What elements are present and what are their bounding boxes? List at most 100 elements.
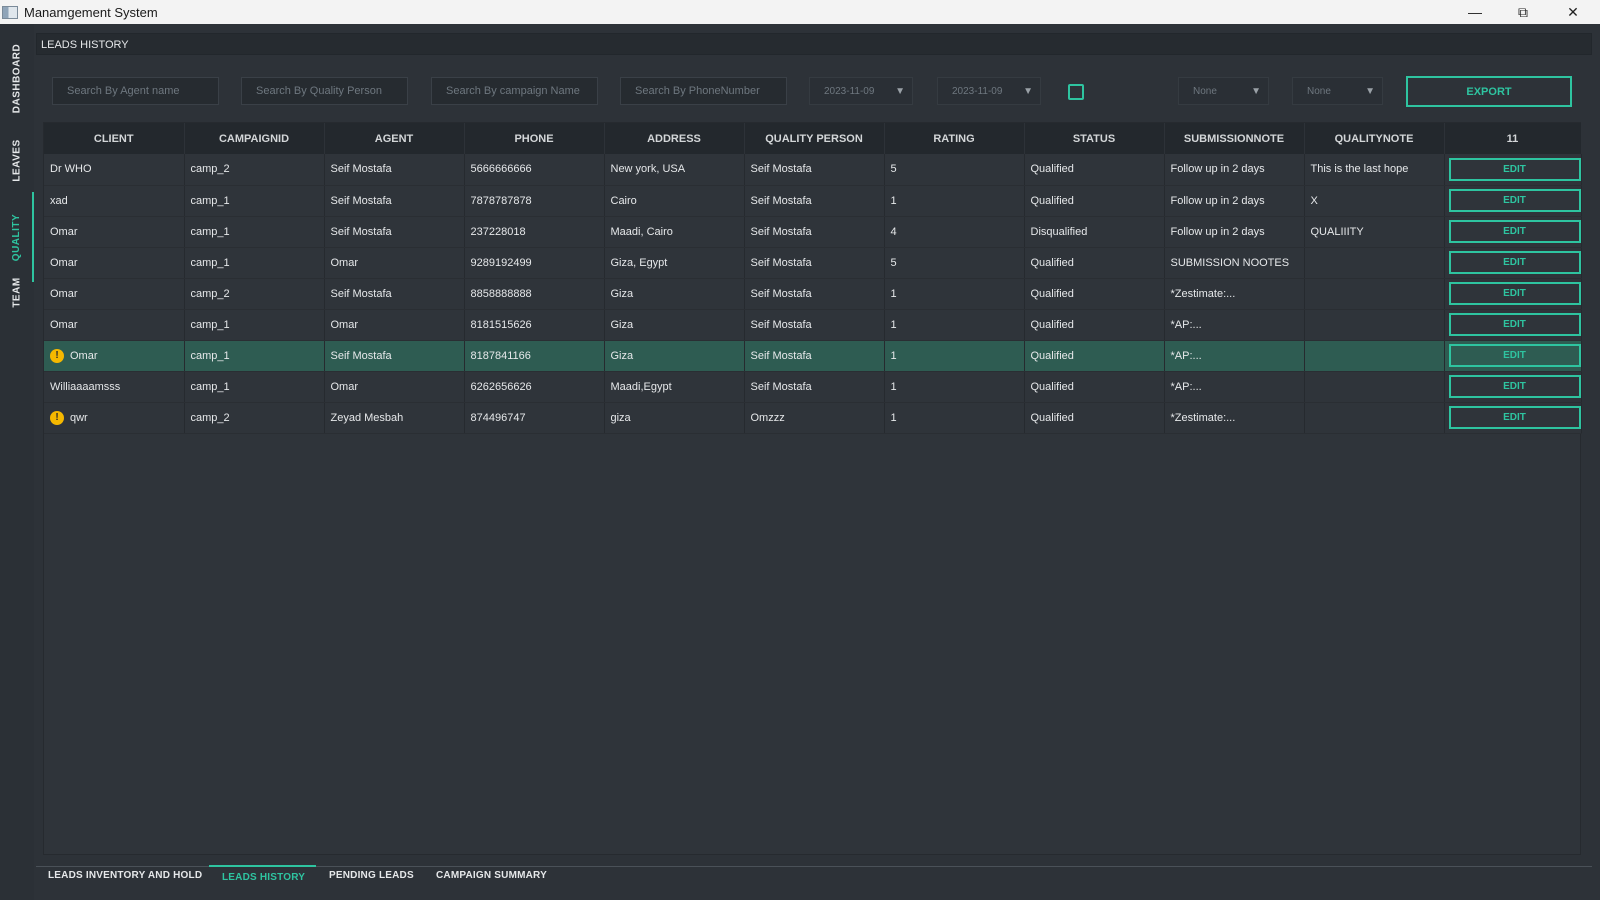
edit-button[interactable]: EDIT bbox=[1448, 157, 1580, 181]
client-cell: ! qwr bbox=[44, 402, 185, 434]
rating-text: 1 bbox=[890, 411, 897, 424]
quality-note-cell bbox=[1304, 371, 1445, 403]
quality-note-cell bbox=[1304, 247, 1445, 279]
table-row[interactable]: ! qwr camp_2 Zeyad Mesbah 874496747 giza Omzzz… bbox=[44, 402, 1582, 434]
campaign-cell: camp_2 bbox=[184, 154, 325, 186]
column-header-submissionnote[interactable]: SUBMISSIONNOTE bbox=[1164, 123, 1305, 154]
table-row[interactable]: xad camp_1 Seif Mostafa 7878787878 Cairo Seif… bbox=[44, 185, 1582, 217]
campaign-text: camp_1 bbox=[190, 225, 230, 238]
status-cell: Qualified bbox=[1024, 185, 1165, 217]
sidebar-item-dashboard[interactable]: DASHBOARD bbox=[0, 42, 34, 114]
title-bar: Manamgement System — ⧉ ✕ bbox=[0, 0, 1600, 24]
address-cell: Maadi,Egypt bbox=[604, 371, 745, 403]
submission-note-cell: *AP:... bbox=[1164, 340, 1305, 372]
edit-button[interactable]: EDIT bbox=[1448, 189, 1580, 212]
column-header-rating[interactable]: RATING bbox=[884, 123, 1025, 154]
client-cell: xad bbox=[44, 185, 185, 217]
quality-person-cell: Omzzz bbox=[744, 402, 885, 434]
address-text: Giza bbox=[610, 349, 634, 362]
submission-note-text: Follow up in 2 days bbox=[1170, 163, 1265, 176]
table-row[interactable]: Williaaaamsss camp_1 Omar 6262656626 Maadi,E… bbox=[44, 371, 1582, 403]
rating-text: 1 bbox=[890, 194, 897, 207]
submission-note-text: Follow up in 2 days bbox=[1170, 194, 1265, 207]
tab-leads-inventory-and-hold[interactable]: LEADS INVENTORY AND HOLD bbox=[48, 870, 202, 881]
table-row[interactable]: Dr WHO camp_2 Seif Mostafa 5666666666 New yo… bbox=[44, 154, 1582, 186]
column-header-count[interactable]: 11 bbox=[1444, 123, 1582, 154]
search-phone-input[interactable] bbox=[620, 77, 787, 105]
edit-button[interactable]: EDIT bbox=[1448, 406, 1580, 429]
edit-button[interactable]: EDIT bbox=[1448, 344, 1580, 367]
column-header-status[interactable]: STATUS bbox=[1024, 123, 1165, 154]
address-cell: Giza bbox=[604, 278, 745, 310]
edit-button[interactable]: EDIT bbox=[1448, 282, 1580, 305]
campaign-text: camp_1 bbox=[190, 318, 230, 331]
column-header-campaignid[interactable]: CAMPAIGNID bbox=[184, 123, 325, 154]
quality-person-cell: Seif Mostafa bbox=[744, 340, 885, 372]
tab-campaign-summary[interactable]: CAMPAIGN SUMMARY bbox=[436, 870, 547, 881]
phone-cell: 8858888888 bbox=[464, 278, 605, 310]
quality-note-cell bbox=[1304, 278, 1445, 310]
quality-person-cell: Seif Mostafa bbox=[744, 247, 885, 279]
search-campaign-input[interactable] bbox=[431, 77, 598, 105]
submission-note-cell: *Zestimate:... bbox=[1164, 278, 1305, 310]
quality-person-cell: Seif Mostafa bbox=[744, 278, 885, 310]
client-text: Dr WHO bbox=[50, 163, 92, 176]
table-row[interactable]: Omar camp_1 Omar 8181515626 Giza Seif Mostafa… bbox=[44, 309, 1582, 341]
quality-person-text: Omzzz bbox=[750, 411, 785, 424]
client-cell: Omar bbox=[44, 216, 185, 248]
restore-icon[interactable]: ⧉ bbox=[1500, 0, 1546, 24]
phone-text: 7878787878 bbox=[470, 194, 532, 207]
active-tab-indicator bbox=[209, 865, 316, 867]
quality-note-cell: QUALIIITY bbox=[1304, 216, 1445, 248]
tab-pending-leads[interactable]: PENDING LEADS bbox=[329, 870, 414, 881]
table-header-row: CLIENT CAMPAIGNID AGENT PHONE ADDRESS QU… bbox=[44, 123, 1582, 154]
column-header-address[interactable]: ADDRESS bbox=[604, 123, 745, 154]
date-from-picker[interactable]: 2023-11-09 ▼ bbox=[809, 77, 913, 105]
address-cell: giza bbox=[604, 402, 745, 434]
campaign-cell: camp_1 bbox=[184, 185, 325, 217]
table-row[interactable]: Omar camp_2 Seif Mostafa 8858888888 Giza Seif… bbox=[44, 278, 1582, 310]
status-text: Qualified bbox=[1030, 194, 1074, 207]
column-header-qualitynote[interactable]: QUALITYNOTE bbox=[1304, 123, 1445, 154]
minimize-icon[interactable]: — bbox=[1452, 0, 1498, 24]
search-agent-input[interactable] bbox=[52, 77, 219, 105]
date-to-picker[interactable]: 2023-11-09 ▼ bbox=[937, 77, 1041, 105]
submission-note-cell: *Zestimate:... bbox=[1164, 402, 1305, 434]
column-header-agent[interactable]: AGENT bbox=[324, 123, 465, 154]
agent-text: Omar bbox=[330, 256, 359, 269]
quality-person-text: Seif Mostafa bbox=[750, 349, 812, 362]
edit-button[interactable]: EDIT bbox=[1448, 313, 1580, 336]
table-row[interactable]: ! Omar camp_1 Seif Mostafa 8187841166 Giza Sei… bbox=[44, 340, 1582, 372]
submission-note-text: *AP:... bbox=[1170, 318, 1202, 331]
status-cell: Qualified bbox=[1024, 247, 1165, 279]
table-row[interactable]: Omar camp_1 Omar 9289192499 Giza, Egypt Seif … bbox=[44, 247, 1582, 279]
column-header-client[interactable]: CLIENT bbox=[44, 123, 185, 154]
tab-leads-history[interactable]: LEADS HISTORY bbox=[222, 872, 305, 883]
column-header-phone[interactable]: PHONE bbox=[464, 123, 605, 154]
filter-checkbox[interactable] bbox=[1068, 84, 1084, 100]
edit-button[interactable]: EDIT bbox=[1448, 375, 1580, 398]
chevron-down-icon: ▼ bbox=[1365, 86, 1375, 97]
export-button[interactable]: EXPORT bbox=[1406, 76, 1572, 107]
filter-select-2[interactable]: None ▼ bbox=[1292, 77, 1383, 105]
quality-note-cell bbox=[1304, 340, 1445, 372]
campaign-cell: camp_1 bbox=[184, 371, 325, 403]
column-header-quality-person[interactable]: QUALITY PERSON bbox=[744, 123, 885, 154]
campaign-text: camp_2 bbox=[190, 163, 230, 176]
sidebar-item-leaves[interactable]: LEAVES bbox=[0, 130, 34, 190]
table-row[interactable]: Omar camp_1 Seif Mostafa 237228018 Maadi, Ca… bbox=[44, 216, 1582, 248]
filter-select-1[interactable]: None ▼ bbox=[1178, 77, 1269, 105]
rating-text: 1 bbox=[890, 349, 897, 362]
campaign-text: camp_2 bbox=[190, 287, 230, 300]
campaign-cell: camp_1 bbox=[184, 247, 325, 279]
sidebar-item-team[interactable]: TEAM bbox=[0, 262, 34, 322]
phone-cell: 8187841166 bbox=[464, 340, 605, 372]
agent-text: Seif Mostafa bbox=[330, 194, 392, 207]
rating-cell: 4 bbox=[884, 216, 1025, 248]
edit-button[interactable]: EDIT bbox=[1448, 220, 1580, 243]
search-quality-person-input[interactable] bbox=[241, 77, 408, 105]
client-text: qwr bbox=[70, 411, 88, 424]
phone-text: 8187841166 bbox=[470, 349, 531, 362]
close-icon[interactable]: ✕ bbox=[1550, 0, 1596, 24]
edit-button[interactable]: EDIT bbox=[1448, 251, 1580, 274]
